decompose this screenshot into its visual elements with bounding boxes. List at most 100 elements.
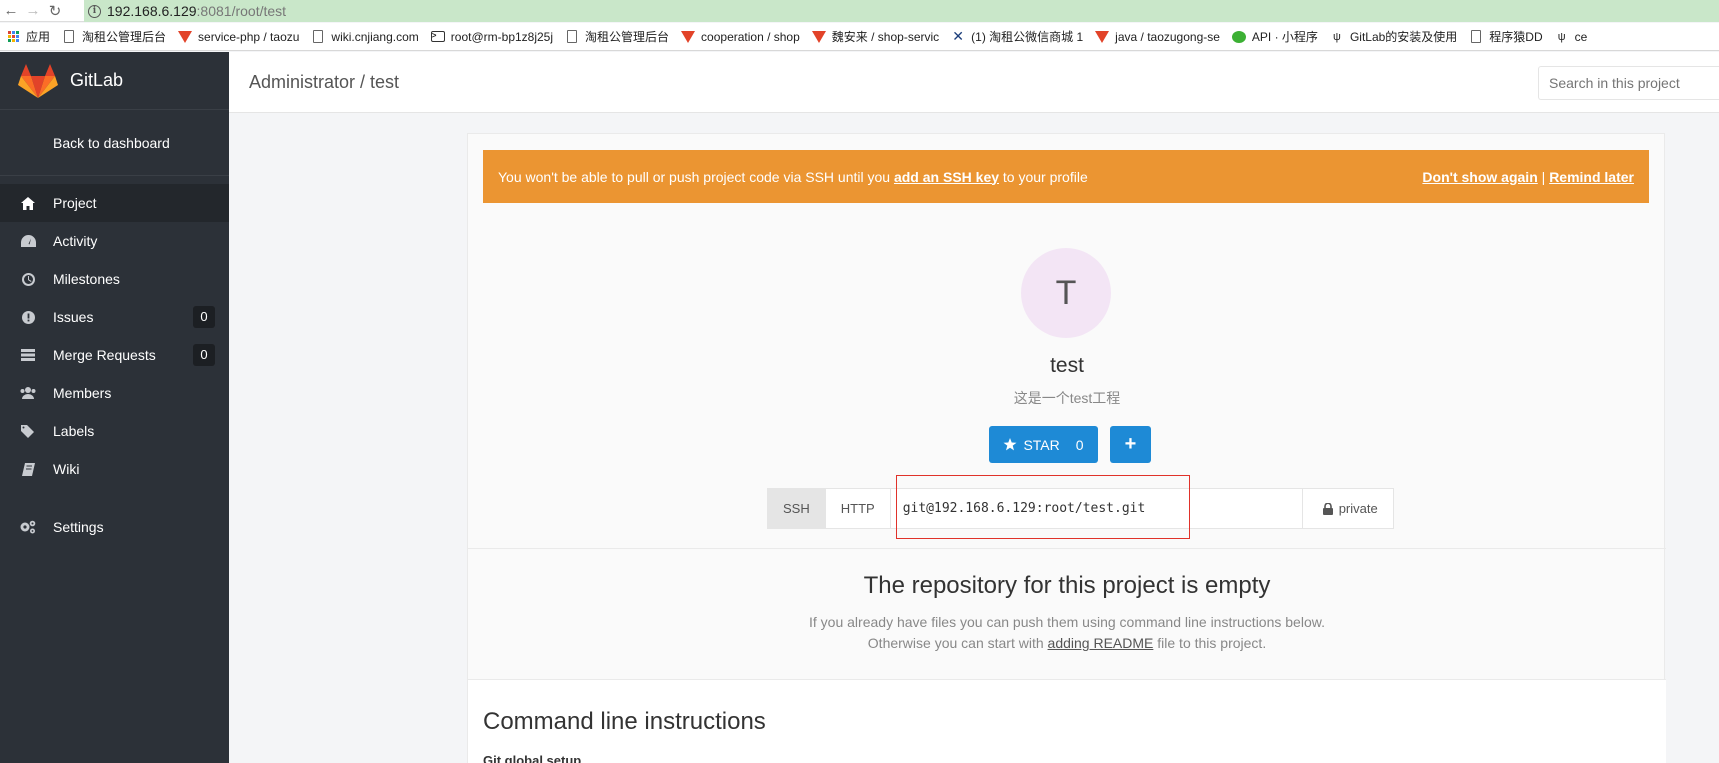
bookmark-item[interactable]: 魏安来 / shop-servic xyxy=(806,23,945,50)
sidebar-item-label: Milestones xyxy=(53,271,120,287)
bookmark-item[interactable]: API · 小程序 xyxy=(1226,23,1324,50)
adding-readme-link[interactable]: adding README xyxy=(1048,635,1154,651)
empty-repo-title: The repository for this project is empty xyxy=(863,572,1271,599)
sidebar-item-label: Members xyxy=(53,385,112,401)
ssh-toggle-button[interactable]: SSH xyxy=(768,489,826,528)
bookmark-item[interactable]: java / taozugong-se xyxy=(1089,23,1226,50)
project-title: test xyxy=(1050,354,1084,377)
add-new-button[interactable]: + xyxy=(1110,426,1151,463)
page-header: Administrator / test xyxy=(229,52,1719,113)
sidebar-item-project[interactable]: Project xyxy=(0,184,229,222)
lock-icon xyxy=(1322,502,1333,515)
bookmark-item[interactable]: > root@rm-bp1z8j25j xyxy=(425,23,559,50)
bookmark-item[interactable]: service-php / taozu xyxy=(172,23,305,50)
url-host: 192.168.6.129 xyxy=(107,3,197,19)
sidebar-item-milestones[interactable]: Milestones xyxy=(0,260,229,298)
empty-text-span: file to this project. xyxy=(1153,635,1267,651)
star-count: 0 xyxy=(1075,436,1084,453)
address-bar[interactable]: i 192.168.6.129:8081/root/test xyxy=(84,0,1719,22)
sidebar-item-settings[interactable]: Settings xyxy=(0,508,229,546)
tags-icon xyxy=(20,423,36,439)
breadcrumb[interactable]: Administrator / test xyxy=(249,52,399,113)
cli-title: Command line instructions xyxy=(483,708,766,735)
sidebar-item-labels[interactable]: Labels xyxy=(0,412,229,450)
cogs-icon xyxy=(20,519,36,535)
ssh-key-alert: You won't be able to pull or push projec… xyxy=(483,150,1649,203)
sidebar: GitLab Back to dashboard Project Activit… xyxy=(0,52,229,763)
sidebar-item-activity[interactable]: Activity xyxy=(0,222,229,260)
sidebar-item-label: Settings xyxy=(53,519,104,535)
bookmark-apps[interactable]: 应用 xyxy=(0,23,56,50)
bookmark-label: java / taozugong-se xyxy=(1115,29,1220,44)
empty-repo-text: If you already have files you can push t… xyxy=(468,612,1666,654)
visibility-indicator: private xyxy=(1303,489,1393,528)
star-button[interactable]: STAR 0 xyxy=(989,426,1098,463)
alert-actions: Don't show again | Remind later xyxy=(1422,169,1634,185)
back-arrow-icon[interactable]: ← xyxy=(0,0,22,22)
gitlab-icon xyxy=(1095,30,1110,44)
browser-toolbar: ← → ↻ i 192.168.6.129:8081/root/test xyxy=(0,0,1719,22)
bookmark-item[interactable]: 程序猿DD xyxy=(1463,23,1548,50)
document-icon xyxy=(62,30,76,44)
sidebar-item-label: Wiki xyxy=(53,461,80,477)
sidebar-item-merge-requests[interactable]: Merge Requests 0 xyxy=(0,336,229,374)
annotation-highlight-box xyxy=(896,475,1190,539)
project-description: 这是一个test工程 xyxy=(1013,390,1121,406)
x-icon: ✕ xyxy=(952,28,965,44)
alert-message: You won't be able to pull or push projec… xyxy=(498,169,1088,185)
home-icon xyxy=(20,195,36,211)
bookmark-item[interactable]: ψ GitLab的安装及使用 xyxy=(1324,23,1463,50)
add-ssh-key-link[interactable]: add an SSH key xyxy=(894,169,999,185)
tasks-icon xyxy=(20,347,36,363)
bookmark-label: API · 小程序 xyxy=(1251,30,1318,44)
document-icon xyxy=(311,30,325,44)
brand-link[interactable]: GitLab xyxy=(0,52,229,110)
bookmark-item[interactable]: ✕ (1) 淘租公微信商城 1 xyxy=(945,23,1089,50)
star-label: STAR xyxy=(1023,436,1060,453)
gitlab-icon xyxy=(681,30,696,44)
gitlab-logo-icon xyxy=(18,63,58,98)
star-icon xyxy=(1003,438,1017,451)
issues-count-badge: 0 xyxy=(193,306,215,328)
bookmark-item[interactable]: wiki.cnjiang.com xyxy=(305,23,424,50)
bookmark-label: cooperation / shop xyxy=(701,29,800,44)
info-icon[interactable]: i xyxy=(88,4,101,18)
plus-icon: + xyxy=(1124,433,1137,455)
section-divider xyxy=(468,548,1666,549)
remind-later-link[interactable]: Remind later xyxy=(1549,169,1634,185)
terminal-icon: > xyxy=(430,30,445,44)
users-icon xyxy=(20,385,36,401)
command-line-section: Command line instructions Git global set… xyxy=(468,679,1666,763)
forward-arrow-icon[interactable]: → xyxy=(22,0,44,22)
sidebar-item-label: Merge Requests xyxy=(53,347,156,363)
bookmark-item[interactable]: cooperation / shop xyxy=(675,23,806,50)
bookmark-item[interactable]: 淘租公管理后台 xyxy=(56,23,172,50)
book-icon xyxy=(20,461,36,477)
bookmark-item[interactable]: ψ ce xyxy=(1549,23,1594,50)
sidebar-item-label: Activity xyxy=(53,233,98,249)
wechat-icon xyxy=(1231,30,1246,44)
bookmark-label: (1) 淘租公微信商城 1 xyxy=(971,30,1084,44)
gitlab-outline-icon: ψ xyxy=(1333,30,1341,43)
sidebar-item-issues[interactable]: Issues 0 xyxy=(0,298,229,336)
sidebar-item-members[interactable]: Members xyxy=(0,374,229,412)
empty-text-span: Otherwise you can start with xyxy=(867,635,1048,651)
sidebar-item-label: Issues xyxy=(53,309,94,325)
gitlab-icon xyxy=(811,30,826,44)
back-to-dashboard-link[interactable]: Back to dashboard xyxy=(0,110,229,176)
http-toggle-button[interactable]: HTTP xyxy=(826,489,891,528)
bookmark-label: 淘租公管理后台 xyxy=(585,30,670,44)
reload-icon[interactable]: ↻ xyxy=(44,0,66,22)
search-input[interactable] xyxy=(1538,66,1719,100)
bookmark-item[interactable]: 淘租公管理后台 xyxy=(559,23,675,50)
sidebar-item-wiki[interactable]: Wiki xyxy=(0,450,229,488)
document-icon xyxy=(1469,30,1483,44)
merge-requests-count-badge: 0 xyxy=(193,344,215,366)
bookmark-label: 魏安来 / shop-servic xyxy=(831,30,940,44)
bookmark-label: wiki.cnjiang.com xyxy=(331,29,419,44)
dont-show-again-link[interactable]: Don't show again xyxy=(1422,169,1537,185)
alert-text: You won't be able to pull or push projec… xyxy=(498,168,894,185)
bookmarks-bar: 应用 淘租公管理后台 service-php / taozu wiki.cnji… xyxy=(0,23,1719,51)
visibility-label: private xyxy=(1338,501,1378,516)
